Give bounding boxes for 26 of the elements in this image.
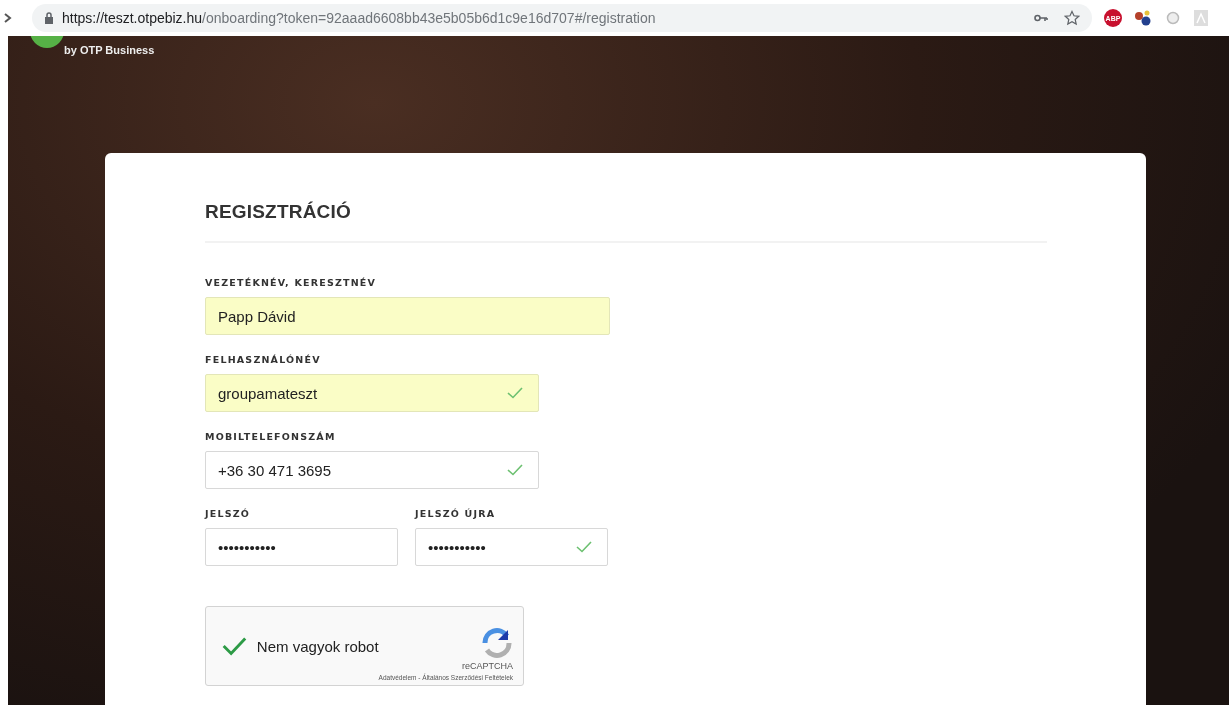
lock-icon — [44, 12, 54, 24]
recaptcha-brand: reCAPTCHA — [462, 661, 513, 671]
field-label: VEZETÉKNÉV, KERESZTNÉV — [205, 277, 378, 289]
input-field[interactable]: groupamateszt — [205, 374, 539, 412]
url-text: https://teszt.otpebiz.hu/onboarding?token=92aaad6608bb43e5b05b6d1c9e16d707#/registration — [62, 10, 656, 26]
field-label: JELSZÓ ÚJRA — [415, 508, 497, 520]
star-icon[interactable] — [1064, 10, 1080, 26]
input-field[interactable]: ••••••••••• — [205, 528, 398, 566]
molecule-extension-icon[interactable] — [1134, 10, 1152, 26]
field-label: JELSZÓ — [205, 508, 252, 520]
valid-check-icon — [507, 464, 523, 476]
valid-check-icon — [507, 387, 523, 399]
captcha-label: Nem vagyok robot — [256, 637, 379, 655]
key-icon[interactable] — [1034, 14, 1048, 22]
extension-icon[interactable] — [4, 13, 12, 23]
checkmark-icon[interactable] — [222, 635, 247, 657]
address-bar[interactable]: https://teszt.otpebiz.hu/onboarding?token=92aaad6608bb43e5b05b6d1c9e16d707#/registration — [32, 4, 1092, 32]
form-title: REGISZTRÁCIÓ — [205, 201, 1047, 243]
recaptcha-logo-icon — [481, 628, 513, 658]
field-label: FELHASZNÁLÓNÉV — [205, 354, 322, 366]
input-field[interactable]: +36 30 471 3695 — [205, 451, 539, 489]
input-field[interactable]: ••••••••••• — [415, 528, 608, 566]
logo-caption: by OTP Business — [64, 44, 155, 56]
input-field[interactable]: Papp Dávid — [205, 297, 610, 335]
field-label: MOBILTELEFONSZÁM — [205, 431, 337, 443]
valid-check-icon — [576, 541, 592, 553]
